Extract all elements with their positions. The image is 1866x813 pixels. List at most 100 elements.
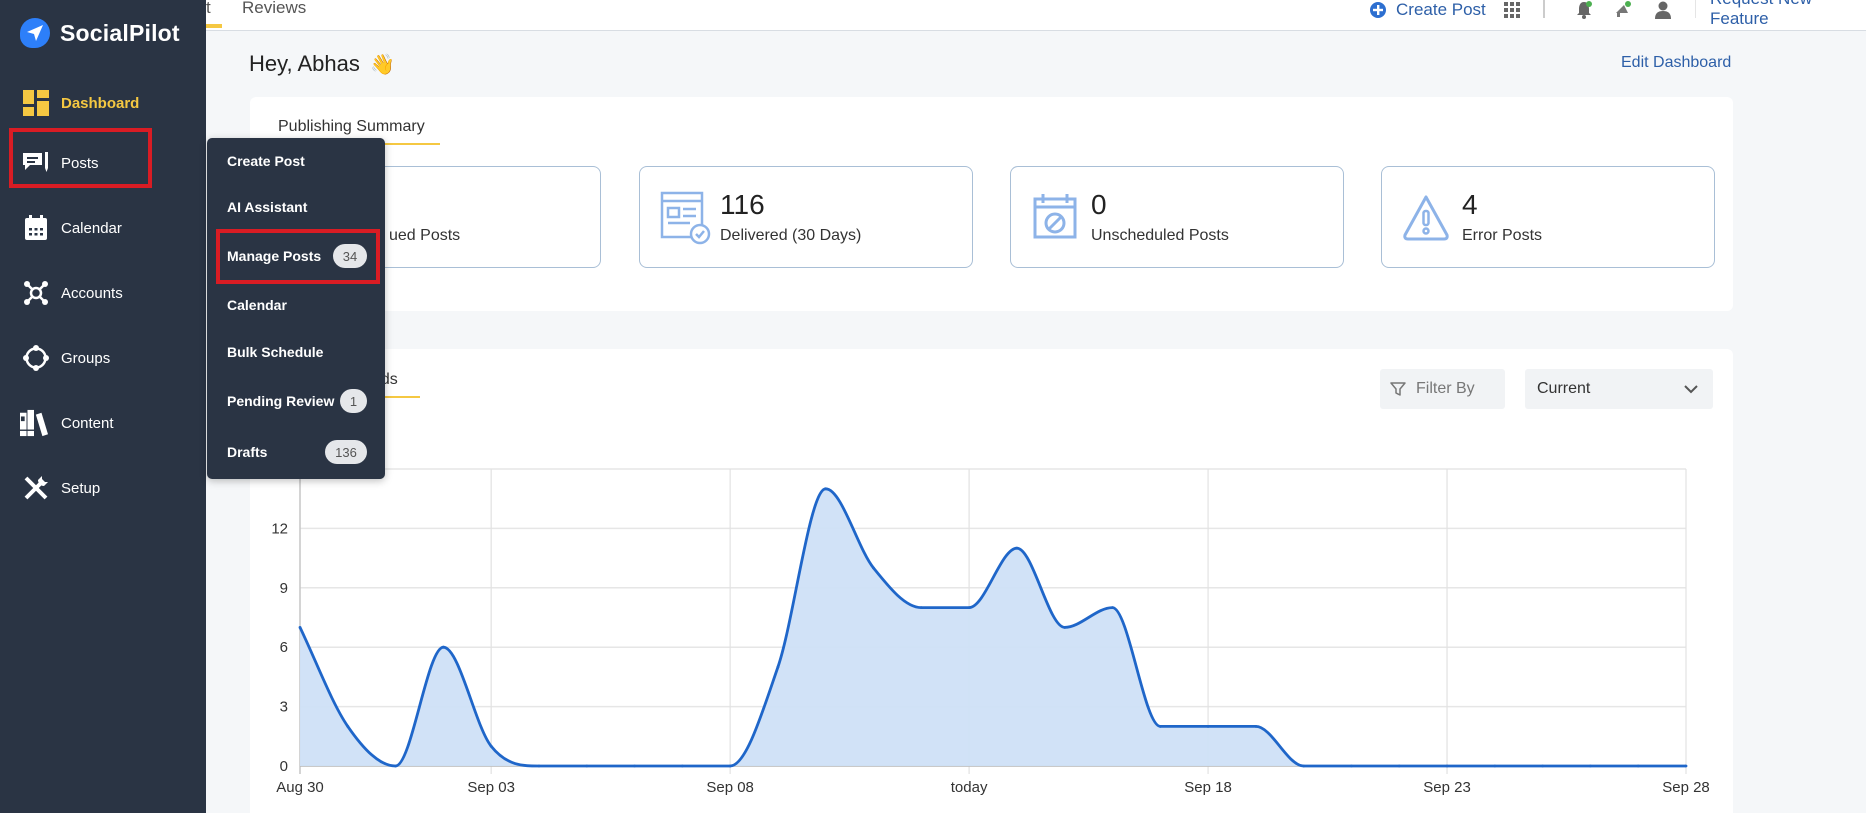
apps-grid-icon[interactable]: [1504, 0, 1520, 20]
data-point: [633, 764, 636, 768]
x-tick-label: Sep 28: [1662, 779, 1710, 796]
data-point: [1206, 725, 1210, 728]
menu-item-calendar[interactable]: Calendar: [227, 293, 367, 317]
x-tick-label: today: [951, 779, 988, 796]
create-post-button[interactable]: Create Post: [1369, 0, 1486, 20]
x-tick-label: Sep 18: [1184, 779, 1232, 796]
posts-highlight-box: [9, 128, 152, 188]
content-icon: [20, 409, 48, 437]
menu-item-pending-review[interactable]: Pending Review 1: [227, 389, 367, 413]
sidebar-item-label: Groups: [61, 349, 111, 367]
filter-label: Filter By: [1416, 380, 1475, 397]
data-point: [919, 606, 923, 609]
sidebar-item-label: Setup: [61, 479, 101, 497]
menu-item-label: Calendar: [227, 297, 287, 313]
y-tick-label: 12: [271, 520, 288, 537]
data-point: [1541, 764, 1545, 768]
sidebar-item-label: Calendar: [61, 219, 122, 237]
data-point: [1397, 764, 1401, 768]
logo[interactable]: SocialPilot: [20, 18, 180, 48]
sidebar-item-groups[interactable]: Groups: [0, 333, 206, 383]
data-point: [585, 764, 589, 768]
notification-bell-icon[interactable]: [1575, 0, 1593, 20]
stat-value: 116: [720, 189, 765, 220]
data-point: [872, 566, 875, 570]
data-point: [1111, 606, 1114, 609]
stat-card-unscheduled[interactable]: 0 Unscheduled Posts: [1010, 166, 1344, 268]
user-profile-icon[interactable]: [1654, 0, 1672, 20]
data-point: [537, 764, 541, 768]
data-point: [1158, 725, 1162, 728]
count-badge: 1: [340, 389, 367, 413]
y-tick-label: 0: [280, 758, 288, 775]
divider: [1695, 0, 1696, 18]
plus-circle-icon: [1370, 2, 1386, 18]
data-point: [1589, 764, 1592, 768]
announcement-icon[interactable]: [1614, 0, 1632, 20]
data-point: [298, 626, 302, 629]
menu-item-ai-assistant[interactable]: AI Assistant: [227, 195, 367, 219]
menu-item-label: Create Post: [227, 153, 305, 169]
select-value: Current: [1537, 380, 1591, 397]
data-point: [1015, 546, 1019, 550]
sidebar-item-setup[interactable]: Setup: [0, 463, 206, 513]
filter-funnel-icon: [1390, 382, 1406, 396]
wave-emoji-icon: 👋: [370, 54, 395, 76]
data-point: [394, 764, 397, 768]
data-point: [824, 487, 828, 491]
sidebar-item-dashboard[interactable]: Dashboard: [0, 78, 206, 128]
stat-label: Error Posts: [1462, 227, 1543, 244]
data-point: [441, 645, 445, 649]
manage-posts-highlight-box: [216, 229, 380, 284]
filter-by-button[interactable]: Filter By: [1380, 369, 1505, 409]
unscheduled-calendar-icon: [1033, 194, 1077, 239]
sidebar-item-label: Content: [61, 414, 114, 432]
menu-item-create-post[interactable]: Create Post: [227, 149, 367, 173]
delivered-icon: [660, 191, 711, 245]
tab-dashboard[interactable]: t: [206, 0, 211, 18]
tab-reviews[interactable]: Reviews: [242, 0, 306, 18]
menu-item-label: Drafts: [227, 444, 268, 460]
x-tick-label: Sep 08: [706, 779, 754, 796]
stat-value: 0: [1091, 189, 1107, 220]
stat-card-delivered[interactable]: 116 Delivered (30 Days): [639, 166, 973, 268]
y-tick-label: 3: [280, 699, 288, 716]
edit-dashboard-link[interactable]: Edit Dashboard: [1621, 54, 1731, 72]
top-bar: t Reviews Create Post Request New Featur…: [206, 0, 1866, 31]
posts-menu: Create Post AI Assistant Manage Posts 34…: [207, 138, 385, 479]
sidebar-item-label: Dashboard: [61, 94, 140, 112]
chevron-down-icon: [1684, 385, 1698, 394]
stat-label: ued Posts: [389, 227, 461, 244]
data-point: [776, 665, 780, 669]
create-post-label: Create Post: [1396, 0, 1486, 19]
data-point: [1493, 764, 1497, 768]
x-tick-label: Sep 23: [1423, 779, 1471, 796]
menu-item-drafts[interactable]: Drafts 136: [227, 440, 367, 464]
sidebar-item-content[interactable]: Content: [0, 398, 206, 448]
menu-item-label: Bulk Schedule: [227, 344, 324, 360]
chart-svg: 0 3 6 9 12 Aug 30 Sep 03 Sep 08 today Sep 18 Sep 2…: [271, 468, 1710, 796]
data-point: [1636, 764, 1640, 768]
menu-item-bulk-schedule[interactable]: Bulk Schedule: [227, 340, 367, 364]
request-feature-link[interactable]: Request New Feature: [1710, 0, 1866, 28]
data-point: [1302, 764, 1306, 768]
sidebar: SocialPilot Dashboard Posts Calendar Acc…: [0, 0, 206, 813]
data-point: [1445, 764, 1449, 768]
y-tick-label: 6: [280, 639, 288, 656]
data-point: [1684, 764, 1688, 768]
sidebar-item-accounts[interactable]: Accounts: [0, 268, 206, 318]
data-point: [1254, 725, 1258, 728]
dashboard-icon: [22, 89, 50, 117]
x-tick-label: Aug 30: [276, 779, 324, 796]
greeting-text: Hey, Abhas: [249, 51, 360, 76]
stat-label: Delivered (30 Days): [720, 227, 862, 244]
data-point: [1063, 626, 1067, 629]
x-tick-label: Sep 03: [467, 779, 515, 796]
period-select[interactable]: Current: [1525, 369, 1713, 409]
warning-icon: [1403, 195, 1449, 241]
app-name: SocialPilot: [60, 19, 180, 46]
sidebar-item-calendar[interactable]: Calendar: [0, 203, 206, 253]
groups-icon: [22, 344, 50, 372]
stat-card-error[interactable]: 4 Error Posts: [1381, 166, 1715, 268]
y-tick-label: 9: [280, 580, 288, 597]
